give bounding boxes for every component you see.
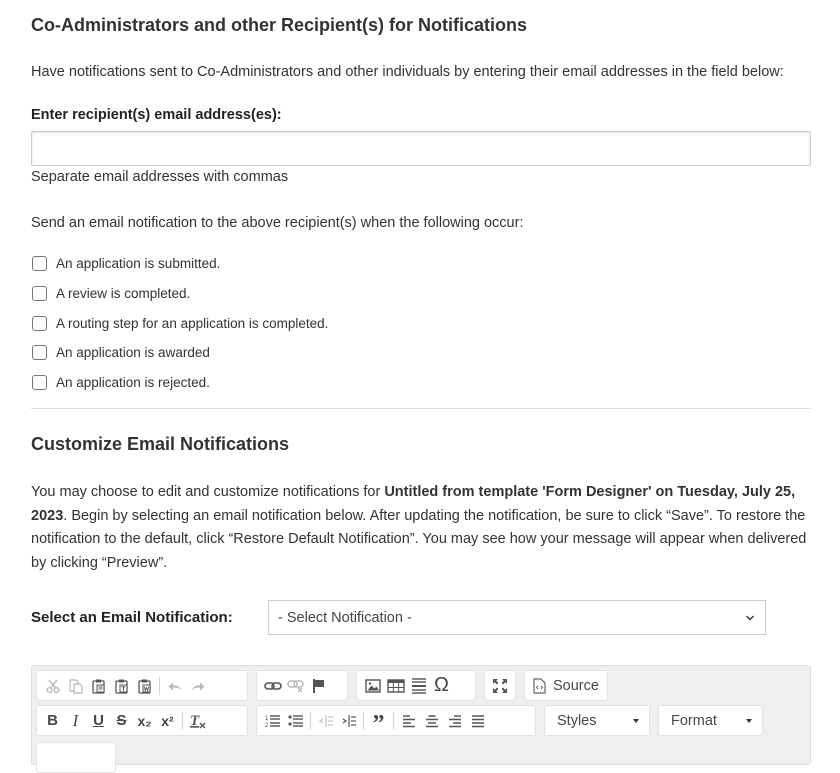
justify-icon[interactable] bbox=[466, 708, 489, 734]
align-center-icon[interactable] bbox=[420, 708, 443, 734]
desc-text: . Begin by selecting an email notificati… bbox=[31, 507, 807, 571]
notification-select[interactable]: - Select Notification - bbox=[268, 600, 766, 635]
increase-indent-icon[interactable] bbox=[337, 708, 360, 734]
selected-value: - Select Notification - bbox=[278, 609, 412, 626]
recipients-description: Have notifications sent to Co-Administra… bbox=[31, 64, 784, 80]
cut-icon[interactable] bbox=[41, 673, 64, 699]
checkbox-label: An application is awarded bbox=[56, 345, 210, 361]
caret-down-icon bbox=[746, 718, 752, 723]
recipient-email-input[interactable] bbox=[31, 131, 811, 166]
chevron-down-icon bbox=[745, 613, 755, 623]
table-icon[interactable] bbox=[384, 673, 407, 699]
numbered-list-icon[interactable]: 12 bbox=[261, 708, 284, 734]
checkbox-label: A review is completed. bbox=[56, 286, 191, 302]
trigger-checkbox-list: An application is submitted. A review is… bbox=[31, 249, 328, 397]
toolbar-group-tools bbox=[484, 670, 516, 701]
styles-dropdown[interactable]: Styles bbox=[544, 705, 650, 736]
paste-text-icon[interactable] bbox=[110, 673, 133, 699]
image-icon[interactable] bbox=[361, 673, 384, 699]
desc-text: You may choose to edit and customize not… bbox=[31, 484, 385, 500]
checkbox-label: A routing step for an application is com… bbox=[56, 315, 329, 331]
trigger-routing-step-completed[interactable]: A routing step for an application is com… bbox=[31, 308, 328, 338]
toolbar-group-clipboard bbox=[36, 670, 248, 701]
link-icon[interactable] bbox=[261, 673, 284, 699]
format-label: Format bbox=[671, 712, 717, 729]
bold-icon[interactable]: B bbox=[41, 708, 64, 734]
italic-icon[interactable]: I bbox=[64, 708, 87, 734]
customize-section-title: Customize Email Notifications bbox=[31, 434, 290, 454]
toolbar-group-paragraph: 12 ” bbox=[256, 705, 536, 737]
remove-format-icon[interactable]: T bbox=[186, 708, 209, 734]
toolbar-group-links bbox=[256, 670, 348, 701]
trigger-intro-text: Send an email notification to the above … bbox=[31, 215, 524, 231]
unlink-icon[interactable] bbox=[284, 673, 307, 699]
trigger-review-completed[interactable]: A review is completed. bbox=[31, 279, 328, 309]
trigger-rejected[interactable]: An application is rejected. bbox=[31, 368, 328, 398]
styles-label: Styles bbox=[557, 712, 597, 729]
checkbox-label: An application is rejected. bbox=[56, 375, 210, 391]
horizontal-line-icon[interactable] bbox=[407, 673, 430, 699]
toolbar-separator bbox=[393, 711, 394, 730]
redo-icon[interactable] bbox=[186, 673, 209, 699]
checkbox[interactable] bbox=[32, 345, 47, 361]
checkbox-label: An application is submitted. bbox=[56, 256, 221, 272]
anchor-icon[interactable] bbox=[307, 673, 330, 699]
copy-icon[interactable] bbox=[64, 673, 87, 699]
notification-select-row: Select an Email Notification: - Select N… bbox=[31, 600, 766, 635]
checkbox[interactable] bbox=[32, 375, 47, 391]
toolbar-separator bbox=[363, 711, 364, 730]
source-icon bbox=[533, 677, 546, 694]
recipients-section-title: Co-Administrators and other Recipient(s)… bbox=[31, 15, 528, 35]
toolbar-separator bbox=[310, 711, 311, 730]
customize-description: You may choose to edit and customize not… bbox=[31, 481, 811, 575]
toolbar-group-basicstyles: B I U S x₂ x² T bbox=[36, 705, 248, 736]
maximize-icon[interactable] bbox=[489, 673, 511, 699]
section-divider bbox=[31, 408, 811, 409]
svg-text:1: 1 bbox=[265, 716, 269, 722]
trigger-awarded[interactable]: An application is awarded bbox=[31, 338, 328, 368]
subscript-icon[interactable]: x₂ bbox=[133, 708, 156, 734]
checkbox[interactable] bbox=[32, 315, 47, 331]
align-left-icon[interactable] bbox=[397, 708, 420, 734]
svg-text:2: 2 bbox=[265, 723, 269, 728]
email-field-label: Enter recipient(s) email address(es): bbox=[31, 107, 282, 123]
rich-text-editor: Ω Source B I U S x₂ x² T 1 2 ” Styles Fo… bbox=[31, 665, 811, 773]
undo-icon[interactable] bbox=[163, 673, 186, 699]
source-button[interactable]: Source bbox=[524, 670, 608, 701]
align-right-icon[interactable] bbox=[443, 708, 466, 734]
notification-select-label: Select an Email Notification: bbox=[31, 609, 233, 626]
underline-icon[interactable]: U bbox=[87, 708, 110, 734]
trigger-submitted[interactable]: An application is submitted. bbox=[31, 249, 328, 279]
source-label: Source bbox=[553, 677, 599, 694]
checkbox[interactable] bbox=[32, 286, 47, 302]
paste-word-icon[interactable] bbox=[133, 673, 156, 699]
strikethrough-icon[interactable]: S bbox=[110, 708, 133, 734]
toolbar-group-insert: Ω bbox=[356, 670, 476, 701]
caret-down-icon bbox=[633, 718, 639, 723]
checkbox[interactable] bbox=[32, 256, 47, 272]
blockquote-icon[interactable]: ” bbox=[367, 708, 390, 737]
superscript-icon[interactable]: x² bbox=[156, 708, 179, 734]
email-help-text: Separate email addresses with commas bbox=[31, 169, 289, 185]
format-dropdown[interactable]: Format bbox=[658, 705, 763, 736]
toolbar-separator bbox=[159, 676, 160, 695]
toolbar-separator bbox=[182, 711, 183, 730]
toolbar-group-row3 bbox=[36, 742, 116, 773]
paste-icon[interactable] bbox=[87, 673, 110, 699]
decrease-indent-icon[interactable] bbox=[314, 708, 337, 734]
bulleted-list-icon[interactable] bbox=[284, 708, 307, 734]
special-char-icon[interactable]: Ω bbox=[430, 673, 453, 699]
